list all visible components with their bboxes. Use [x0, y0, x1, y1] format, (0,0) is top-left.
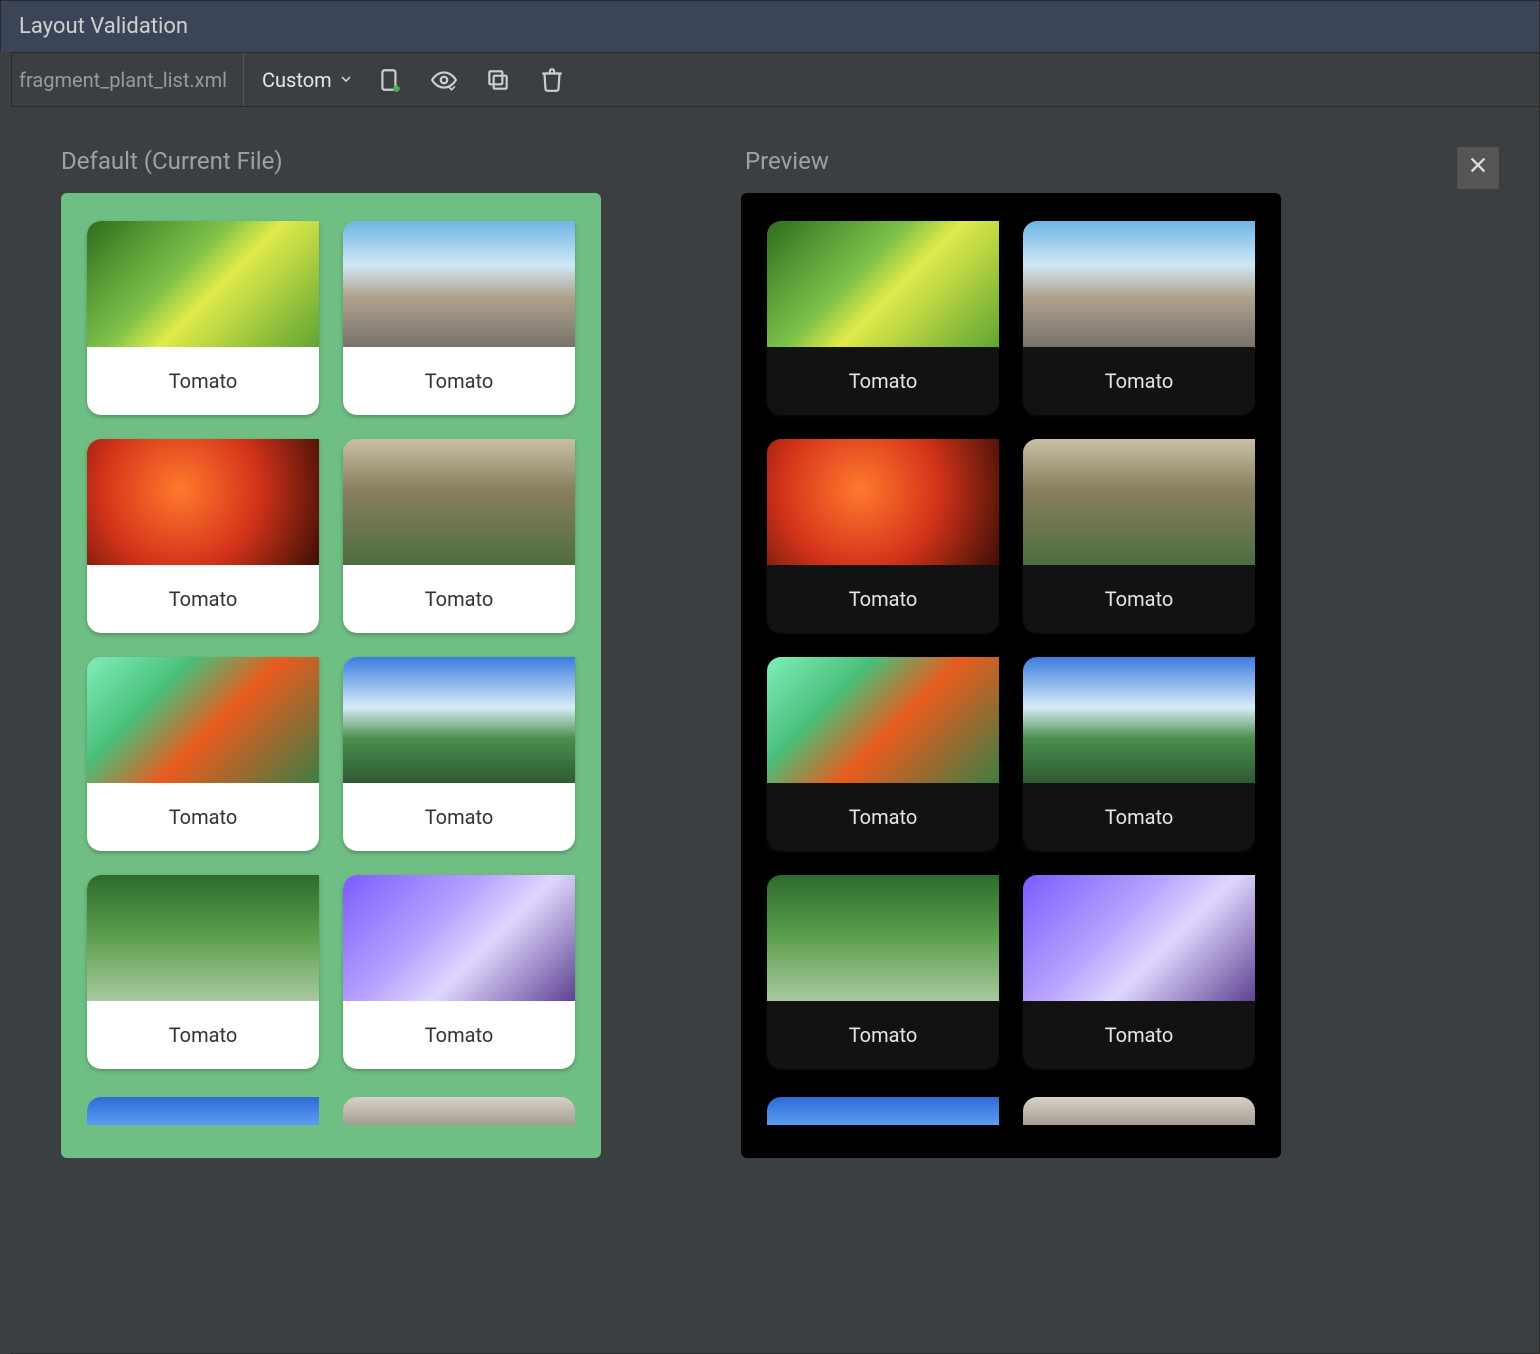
plant-card[interactable]: Tomato — [1023, 439, 1255, 633]
plant-card[interactable]: Tomato — [1023, 657, 1255, 851]
chevron-down-icon — [338, 68, 354, 92]
plant-label: Tomato — [767, 1001, 999, 1069]
card-grid-dark: Tomato Tomato Tomato Tomato Tomato Tomato Toma… — [741, 193, 1281, 1097]
plant-label: Tomato — [343, 783, 575, 851]
default-preview-phone[interactable]: Tomato Tomato Tomato Tomato Tomato Tomato Toma… — [61, 193, 601, 1158]
plant-thumbnail — [343, 875, 575, 1001]
plant-thumbnail — [343, 221, 575, 347]
peek-row-dark — [741, 1097, 1281, 1125]
close-preview-button[interactable] — [1457, 147, 1499, 189]
visibility-button[interactable] — [426, 62, 462, 98]
plant-label: Tomato — [1023, 565, 1255, 633]
window-title: Layout Validation — [19, 14, 188, 39]
preview-panel: Preview TomatoTomatoTomatoTomatoTomatoTo… — [741, 147, 1281, 1313]
plant-card[interactable]: Tomato — [343, 657, 575, 851]
plant-label: Tomato — [87, 565, 319, 633]
plant-card[interactable]: Tomato — [87, 657, 319, 851]
plant-card[interactable]: Tomato — [87, 875, 319, 1069]
peek-row-light — [61, 1097, 601, 1125]
plant-thumbnail — [343, 439, 575, 565]
plant-label: Tomato — [343, 1001, 575, 1069]
plant-card[interactable]: Tomato — [767, 875, 999, 1069]
plant-label: Tomato — [87, 347, 319, 415]
filename-label: fragment_plant_list.xml — [19, 53, 244, 106]
plant-thumbnail — [1023, 657, 1255, 783]
plant-label: Tomato — [1023, 1001, 1255, 1069]
plant-label: Tomato — [767, 347, 999, 415]
plant-label: Tomato — [343, 565, 575, 633]
delete-button[interactable] — [534, 62, 570, 98]
plant-thumbnail — [767, 875, 999, 1001]
copy-button[interactable] — [480, 62, 516, 98]
configuration-dropdown-label: Custom — [262, 68, 332, 92]
plant-card[interactable]: Tomato — [343, 875, 575, 1069]
close-icon — [1467, 154, 1489, 182]
plant-card-peek[interactable] — [767, 1097, 999, 1125]
configuration-dropdown[interactable]: Custom — [262, 68, 354, 92]
plant-thumbnail — [767, 657, 999, 783]
preview-panel-title: Preview — [741, 147, 1281, 175]
plant-thumbnail — [767, 439, 999, 565]
plant-label: Tomato — [87, 1001, 319, 1069]
plant-thumbnail — [343, 657, 575, 783]
plant-label: Tomato — [767, 783, 999, 851]
titlebar: Layout Validation — [1, 1, 1539, 53]
plant-card[interactable]: Tomato — [343, 221, 575, 415]
plant-card[interactable]: Tomato — [1023, 221, 1255, 415]
plant-card[interactable]: Tomato — [767, 221, 999, 415]
preview-phone[interactable]: Tomato Tomato Tomato Tomato Tomato Tomato Toma… — [741, 193, 1281, 1158]
plant-card-peek[interactable] — [87, 1097, 319, 1125]
plant-thumbnail — [87, 657, 319, 783]
plant-card[interactable]: Tomato — [343, 439, 575, 633]
plant-card[interactable]: Tomato — [87, 221, 319, 415]
plant-label: Tomato — [767, 565, 999, 633]
add-device-button[interactable] — [372, 62, 408, 98]
plant-label: Tomato — [1023, 783, 1255, 851]
plant-thumbnail — [767, 221, 999, 347]
plant-card[interactable]: Tomato — [1023, 875, 1255, 1069]
plant-card[interactable]: Tomato — [767, 657, 999, 851]
plant-card[interactable]: Tomato — [767, 439, 999, 633]
default-panel-title: Default (Current File) — [61, 147, 601, 175]
default-panel: Default (Current File) TomatoTomatoTomat… — [61, 147, 601, 1313]
content-area: Default (Current File) TomatoTomatoTomat… — [1, 107, 1539, 1353]
plant-card[interactable]: Tomato — [87, 439, 319, 633]
plant-card-peek[interactable] — [1023, 1097, 1255, 1125]
plant-label: Tomato — [1023, 347, 1255, 415]
toolbar: fragment_plant_list.xml Custom — [1, 53, 1539, 107]
plant-thumbnail — [1023, 221, 1255, 347]
plant-label: Tomato — [87, 783, 319, 851]
plant-thumbnail — [87, 439, 319, 565]
plant-thumbnail — [87, 875, 319, 1001]
plant-thumbnail — [87, 221, 319, 347]
plant-thumbnail — [1023, 875, 1255, 1001]
card-grid-light: Tomato Tomato Tomato Tomato Tomato Tomato Toma… — [61, 193, 601, 1097]
plant-label: Tomato — [343, 347, 575, 415]
plant-thumbnail — [1023, 439, 1255, 565]
plant-card-peek[interactable] — [343, 1097, 575, 1125]
